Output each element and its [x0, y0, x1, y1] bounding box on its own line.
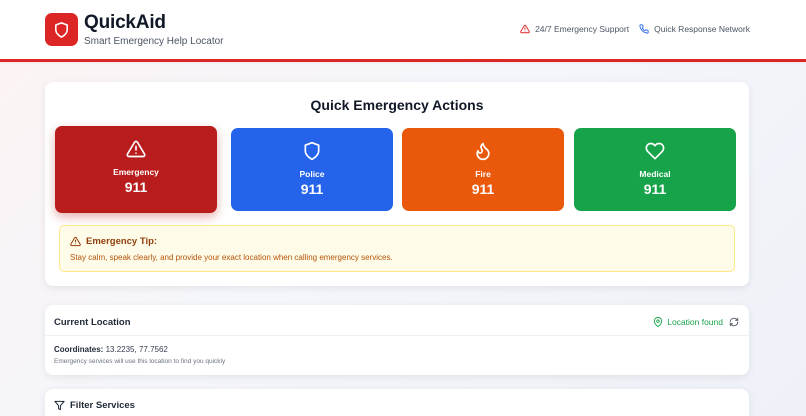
app-title: QuickAid: [84, 12, 166, 33]
emergency-tip: Emergency Tip: Stay calm, speak clearly,…: [59, 225, 735, 272]
coordinates-value: 13.2235, 77.7562: [105, 345, 168, 354]
coordinates-label: Coordinates:: [54, 345, 104, 354]
medical-number: 911: [643, 181, 667, 197]
fire-label: Fire: [475, 169, 491, 179]
app-logo: [45, 13, 78, 46]
tip-heading: Emergency Tip:: [70, 236, 157, 247]
coordinates: Coordinates: 13.2235, 77.7562: [54, 345, 168, 354]
quick-actions-title: Quick Emergency Actions: [310, 97, 484, 113]
map-pin-icon: [654, 317, 663, 327]
flame-icon: [476, 142, 490, 161]
location-status: Location found: [653, 317, 739, 327]
location-title: Current Location: [54, 317, 131, 328]
filter-icon: [54, 400, 65, 411]
warning-triangle-icon: [520, 24, 530, 34]
phone-icon: [639, 24, 649, 34]
fire-number: 911: [471, 181, 495, 197]
police-button[interactable]: Police 911: [231, 128, 393, 211]
filter-services-card: Filter Services: [45, 389, 749, 416]
police-label: Police: [299, 169, 325, 179]
tip-title: Emergency Tip:: [86, 236, 158, 247]
location-divider: [45, 335, 749, 336]
emergency-label: Emergency: [113, 167, 159, 177]
medical-label: Medical: [639, 169, 671, 179]
emergency-button[interactable]: Emergency 911: [55, 126, 217, 213]
location-status-label: Location found: [667, 317, 723, 327]
shield-icon: [304, 141, 320, 161]
app-subtitle: Smart Emergency Help Locator: [84, 36, 224, 47]
police-number: 911: [300, 181, 324, 197]
current-location-card: Current Location Location found Coordina…: [45, 305, 749, 375]
emergency-number: 911: [124, 179, 148, 195]
fire-button[interactable]: Fire 911: [402, 128, 564, 211]
support-info: 24/7 Emergency Support: [520, 24, 629, 34]
heart-icon: [645, 142, 665, 160]
network-info: Quick Response Network: [639, 24, 750, 34]
warning-triangle-icon: [126, 140, 146, 158]
location-note: Emergency services will use this locatio…: [54, 358, 226, 365]
filter-title: Filter Services: [70, 400, 135, 411]
tip-text: Stay calm, speak clearly, and provide yo…: [70, 253, 393, 262]
network-label: Quick Response Network: [654, 24, 750, 34]
app-header: QuickAid Smart Emergency Help Locator 24…: [0, 0, 806, 62]
medical-button[interactable]: Medical 911: [574, 128, 736, 211]
support-label: 24/7 Emergency Support: [535, 24, 630, 34]
warning-triangle-icon: [70, 236, 81, 247]
quick-actions-card: Quick Emergency Actions Emergency 911 Po…: [45, 82, 749, 286]
shield-icon: [55, 21, 68, 38]
header-info: 24/7 Emergency Support Quick Response Ne…: [520, 24, 750, 34]
refresh-icon[interactable]: [729, 317, 739, 327]
filter-heading: Filter Services: [54, 400, 135, 411]
